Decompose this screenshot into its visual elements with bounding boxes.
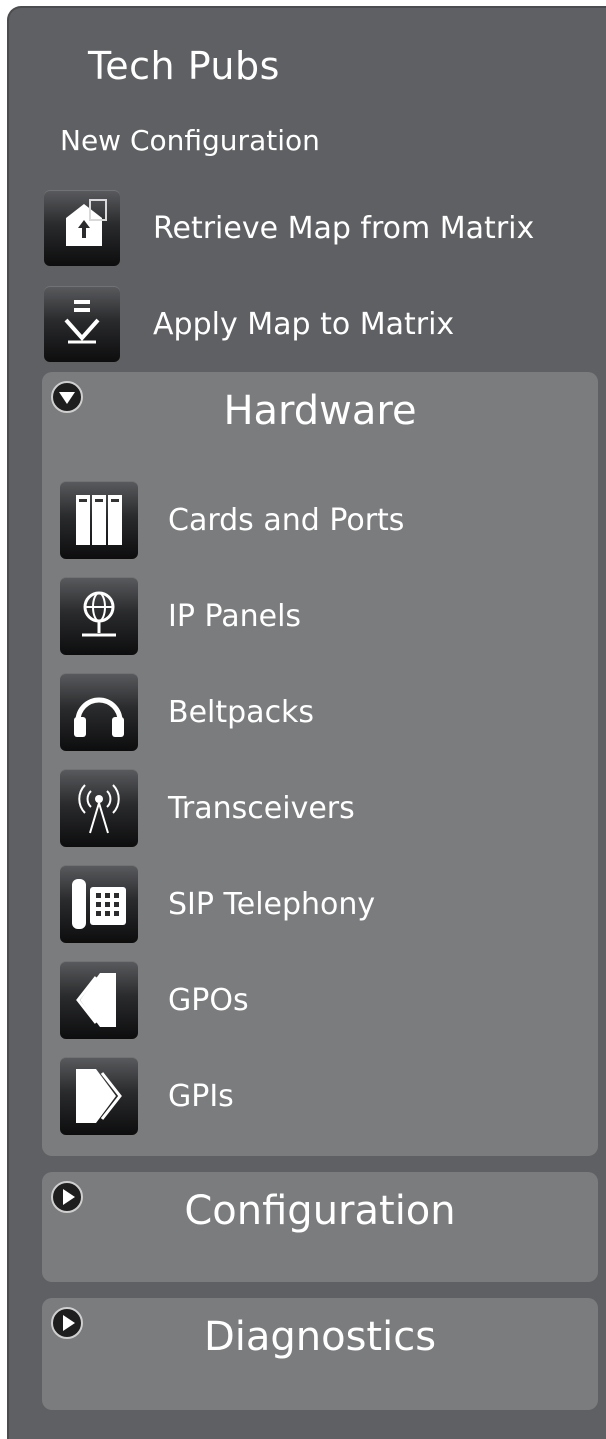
- sidebar-item-transceivers[interactable]: Transceivers: [60, 768, 355, 848]
- retrieve-map-label: Retrieve Map from Matrix: [153, 210, 535, 246]
- hardware-group-header[interactable]: Hardware: [42, 372, 598, 452]
- configuration-group-header[interactable]: Configuration: [42, 1172, 598, 1252]
- gpis-label: GPIs: [168, 1078, 234, 1114]
- configuration-group-title: Configuration: [184, 1188, 456, 1234]
- sidebar-item-cards-and-ports[interactable]: Cards and Ports: [60, 480, 404, 560]
- configuration-group: Configuration: [42, 1172, 598, 1282]
- sidebar-item-gpos[interactable]: GPOs: [60, 960, 249, 1040]
- app-title: Tech Pubs: [88, 44, 280, 88]
- antenna-icon: [60, 769, 138, 847]
- sip-telephony-label: SIP Telephony: [168, 886, 376, 922]
- arrow-right-icon: [60, 1057, 138, 1135]
- apply-map-icon: [44, 286, 120, 362]
- arrow-left-icon: [60, 961, 138, 1039]
- apply-map-label: Apply Map to Matrix: [153, 306, 455, 342]
- new-configuration-link[interactable]: New Configuration: [60, 124, 320, 157]
- ip-panels-label: IP Panels: [168, 598, 302, 634]
- diagnostics-group-title: Diagnostics: [203, 1314, 437, 1360]
- hardware-group: Hardware Cards and Ports IP Panels Beltp…: [42, 372, 598, 1156]
- hardware-group-title: Hardware: [223, 388, 417, 434]
- retrieve-map-button[interactable]: Retrieve Map from Matrix: [44, 188, 534, 268]
- diagnostics-group-header[interactable]: Diagnostics: [42, 1298, 598, 1378]
- diagnostics-group: Diagnostics: [42, 1298, 598, 1410]
- sidebar-item-ip-panels[interactable]: IP Panels: [60, 576, 301, 656]
- ip-panels-icon: [60, 577, 138, 655]
- cards-and-ports-label: Cards and Ports: [168, 502, 405, 538]
- headphones-icon: [60, 673, 138, 751]
- sidebar-item-gpis[interactable]: GPIs: [60, 1056, 234, 1136]
- sidebar-item-beltpacks[interactable]: Beltpacks: [60, 672, 314, 752]
- beltpacks-label: Beltpacks: [168, 694, 315, 730]
- retrieve-map-icon: [44, 190, 120, 266]
- transceivers-label: Transceivers: [168, 790, 355, 826]
- cards-ports-icon: [60, 481, 138, 559]
- gpos-label: GPOs: [168, 982, 249, 1018]
- apply-map-button[interactable]: Apply Map to Matrix: [44, 284, 454, 364]
- sidebar-item-sip-telephony[interactable]: SIP Telephony: [60, 864, 375, 944]
- telephone-icon: [60, 865, 138, 943]
